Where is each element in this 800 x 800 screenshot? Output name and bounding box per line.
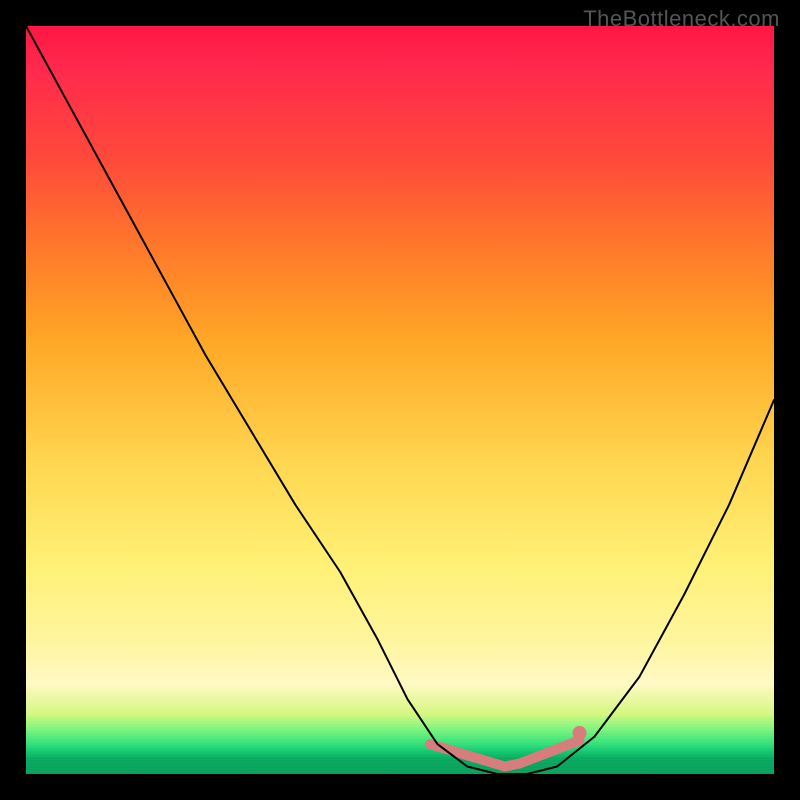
optimum-highlight-segment [430, 740, 580, 766]
bottleneck-curve [26, 26, 774, 774]
chart-container: TheBottleneck.com [0, 0, 800, 800]
plot-area [26, 26, 774, 774]
curve-layer [26, 26, 774, 774]
optimum-endpoint-dot [573, 726, 587, 740]
